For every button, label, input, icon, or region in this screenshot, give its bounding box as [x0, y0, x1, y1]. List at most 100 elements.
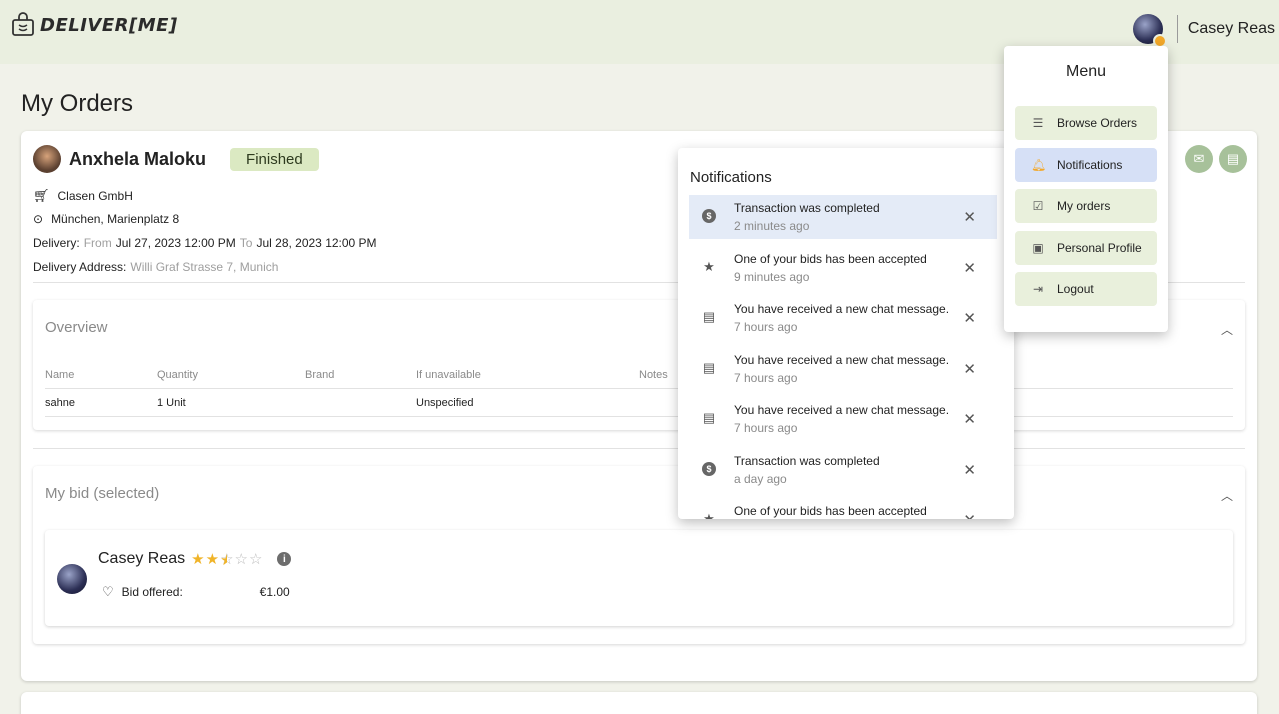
to-label: To [239, 236, 253, 250]
notification-text: You have received a new chat message. [734, 403, 950, 417]
mail-button[interactable]: ✉ [1185, 145, 1213, 173]
delivery-window: Delivery: From Jul 27, 2023 12:00 PM To … [33, 236, 377, 250]
avatar[interactable] [1132, 14, 1167, 48]
address-label: Delivery Address: [33, 260, 127, 274]
order-card [21, 692, 1257, 714]
mail-icon: ✉ [1193, 151, 1205, 166]
column-header: Name [45, 368, 75, 381]
customer-name: Anxhela Maloku [69, 148, 207, 169]
menu-item-browse-orders[interactable]: ☰ Browse Orders [1015, 106, 1157, 140]
notification-item[interactable]: ★ One of your bids has been accepted 9 m… [689, 246, 997, 290]
delivery-address: Delivery Address: Willi Graf Strasse 7, … [33, 260, 278, 274]
close-icon[interactable]: ✕ [963, 259, 976, 277]
table-header: Name Quantity Brand If unavailable Notes [45, 361, 1233, 389]
chat-button[interactable]: ▤ [1219, 145, 1247, 173]
menu-item-label: Logout [1057, 282, 1094, 296]
notification-item[interactable]: ▤ You have received a new chat message. … [689, 397, 997, 441]
to-value: Jul 28, 2023 12:00 PM [256, 236, 377, 250]
bid-card: Casey Reas ★★☆★☆☆ i ♡ Bid offered: €1.00 [45, 530, 1233, 626]
shop-line: 🛒︎ Clasen GmbH [33, 188, 133, 204]
close-icon[interactable]: ✕ [963, 461, 976, 479]
cell-quantity: 1 Unit [157, 396, 186, 409]
notification-time: a day ago [734, 471, 787, 486]
chevron-up-icon[interactable]: ︿ [1221, 321, 1233, 338]
overview-title[interactable]: Overview [45, 319, 108, 336]
notification-item[interactable]: $ Transaction was completed a day ago ✕ [689, 448, 997, 492]
notification-text: Transaction was completed [734, 453, 880, 468]
checklist-icon: ☑ [1032, 199, 1044, 213]
profile-icon: ▣ [1032, 241, 1044, 255]
notifications-title: Notifications [690, 169, 772, 186]
from-label: From [83, 236, 112, 250]
chat-icon: ▤ [702, 410, 716, 425]
notification-item[interactable]: ★ One of your bids has been accepted ✕ [689, 498, 997, 519]
chat-icon: ▤ [702, 309, 716, 324]
address-value: Willi Graf Strasse 7, Munich [130, 260, 279, 274]
divider [1176, 15, 1178, 43]
menu-item-my-orders[interactable]: ☑ My orders [1015, 189, 1157, 223]
logout-icon: ⇥ [1032, 282, 1044, 296]
page-title: My Orders [21, 90, 134, 117]
chat-icon: ▤ [1226, 151, 1240, 166]
bid-offered-line: ♡ Bid offered: €1.00 [102, 584, 290, 600]
coin-icon: $ [702, 461, 716, 476]
customer-avatar [33, 145, 61, 173]
bid-offered-label: Bid offered: [121, 585, 183, 599]
notification-item[interactable]: ▤ You have received a new chat message. … [689, 296, 997, 340]
table-row: sahne 1 Unit Unspecified [45, 389, 1233, 417]
close-icon[interactable]: ✕ [963, 360, 976, 378]
bell-icon: 🔔︎ [1031, 158, 1047, 172]
close-icon[interactable]: ✕ [963, 511, 976, 519]
cell-if-unavailable: Unspecified [416, 396, 474, 409]
notification-time: 2 minutes ago [734, 219, 810, 233]
notification-time: 7 hours ago [734, 421, 798, 435]
menu-item-label: Browse Orders [1057, 116, 1138, 130]
order-header: Anxhela Maloku Finished [33, 145, 319, 173]
notification-text: One of your bids has been accepted [734, 251, 927, 266]
chevron-up-icon[interactable]: ︿ [1221, 487, 1233, 504]
menu-item-label: Personal Profile [1057, 241, 1142, 255]
star-icon: ★ [703, 511, 715, 519]
info-icon[interactable]: i [277, 552, 292, 566]
cart-icon: 🛒︎ [33, 188, 50, 203]
menu-title: Menu [1065, 63, 1107, 80]
coin-icon: $ [702, 209, 716, 223]
notification-list: $ Transaction was completed 2 minutes ag… [689, 195, 997, 519]
notification-text: One of your bids has been accepted [734, 504, 927, 518]
list-icon: ☰ [1032, 116, 1044, 130]
from-value: Jul 27, 2023 12:00 PM [115, 236, 236, 250]
notification-time: 7 hours ago [734, 370, 798, 385]
bidder-avatar [57, 564, 87, 594]
menu-item-logout[interactable]: ⇥ Logout [1015, 272, 1157, 306]
app-logo[interactable]: DELIVER[ME] [10, 12, 178, 38]
bidder-row: Casey Reas ★★☆★☆☆ i [98, 550, 292, 569]
notification-item[interactable]: ▤ You have received a new chat message. … [689, 347, 997, 391]
cell-name: sahne [45, 396, 75, 409]
divider [33, 448, 1245, 449]
bid-title[interactable]: My bid (selected) [45, 485, 159, 502]
menu-item-personal-profile[interactable]: ▣ Personal Profile [1015, 231, 1157, 265]
menu-item-notifications[interactable]: 🔔︎ Notifications [1015, 148, 1157, 182]
brand-name: DELIVER[ME] [40, 14, 178, 36]
user-menu[interactable]: Casey Reas [1132, 14, 1279, 48]
user-name: Casey Reas [1187, 20, 1275, 37]
notification-time: 7 hours ago [734, 320, 798, 334]
notification-time: 9 minutes ago [734, 269, 810, 284]
close-icon[interactable]: ✕ [963, 309, 976, 327]
shop-name: Clasen GmbH [57, 189, 133, 203]
notification-item[interactable]: $ Transaction was completed 2 minutes ag… [689, 195, 997, 239]
notification-text: Transaction was completed [734, 201, 880, 215]
column-header: Quantity [157, 368, 198, 381]
notification-text: You have received a new chat message. [734, 302, 950, 316]
close-icon[interactable]: ✕ [963, 410, 976, 428]
shopping-bag-icon [12, 12, 34, 36]
chat-icon: ▤ [702, 359, 716, 375]
lightbulb-icon: ♡ [102, 584, 114, 599]
column-header: If unavailable [416, 368, 481, 381]
location-pin-icon: ⊙ [33, 212, 44, 226]
main-menu: Menu ☰ Browse Orders 🔔︎ Notifications ☑ … [1004, 46, 1168, 332]
shop-location: München, Marienplatz 8 [51, 212, 180, 226]
bid-offered-value: €1.00 [259, 585, 290, 599]
close-icon[interactable]: ✕ [963, 208, 976, 226]
status-badge: Finished [230, 147, 319, 171]
